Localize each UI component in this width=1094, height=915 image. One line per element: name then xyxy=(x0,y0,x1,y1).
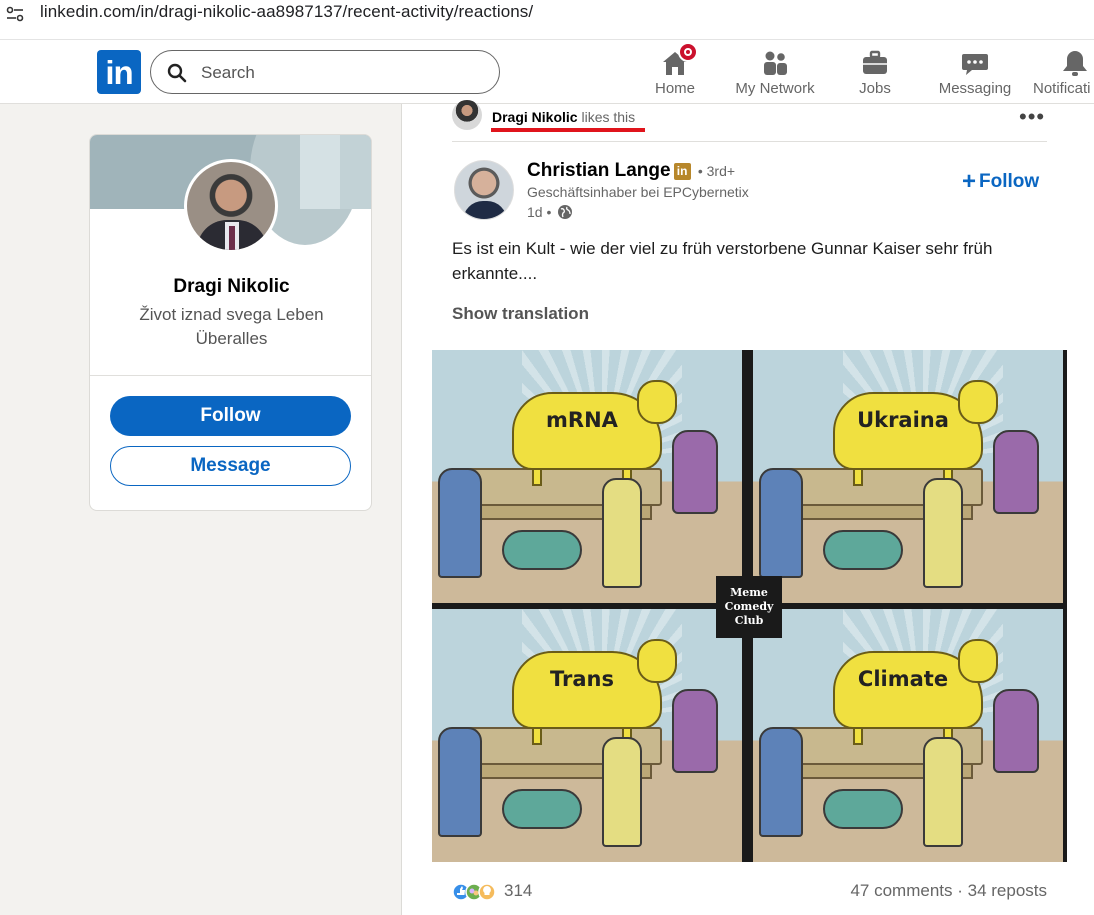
author-name-text[interactable]: Christian Lange xyxy=(527,160,671,181)
profile-name[interactable]: Dragi Nikolic xyxy=(90,276,371,298)
search-input[interactable] xyxy=(201,62,481,84)
nav-jobs-label: Jobs xyxy=(859,80,891,97)
author-name[interactable]: Christian Lange in • 3rd+ xyxy=(527,160,735,182)
meme-panel: Trans xyxy=(432,609,742,862)
nav-my-network-label: My Network xyxy=(735,80,815,97)
search-box[interactable] xyxy=(150,50,500,94)
browser-url-bar[interactable]: linkedin.com/in/dragi-nikolic-aa8987137/… xyxy=(0,0,1094,40)
more-options-icon[interactable]: ••• xyxy=(1019,104,1045,130)
nav-jobs[interactable]: Jobs xyxy=(825,48,925,100)
profile-headline: Život iznad svega Leben Überalles xyxy=(139,305,324,348)
profile-message-button[interactable]: Message xyxy=(110,446,351,486)
search-icon xyxy=(167,63,187,83)
post-follow-label[interactable]: Follow xyxy=(979,171,1039,192)
meme-panel: Climate xyxy=(753,609,1063,862)
meme-watermark-line: Meme xyxy=(730,586,768,599)
notification-badge xyxy=(678,42,698,62)
card-divider xyxy=(90,375,371,376)
post-card: Christian Lange in • 3rd+ Geschäftsinhabe… xyxy=(432,142,1067,915)
post-image[interactable]: mRNA Ukraina Trans Climate Meme Comedy C… xyxy=(432,350,1067,862)
reaction-count[interactable]: 314 xyxy=(504,881,532,901)
linkedin-logo[interactable]: in xyxy=(97,50,141,94)
author-avatar[interactable] xyxy=(454,160,514,220)
meme-watermark-line: Comedy xyxy=(724,600,774,613)
url-text[interactable]: linkedin.com/in/dragi-nikolic-aa8987137/… xyxy=(40,2,533,22)
linkedin-header: in Home My Network xyxy=(0,40,1094,104)
nav-notifications[interactable]: Notificati xyxy=(1025,48,1094,100)
profile-follow-button[interactable]: Follow xyxy=(110,396,351,436)
plus-icon: + xyxy=(962,168,977,195)
premium-badge-icon: in xyxy=(673,163,691,180)
meme-watermark: Meme Comedy Club xyxy=(716,576,782,638)
post-time-text: 1d • xyxy=(527,204,552,220)
red-highlight-underline xyxy=(491,128,645,132)
nav-messaging[interactable]: Messaging xyxy=(925,48,1025,100)
post-social-counts: 314 47 comments · 34 reposts xyxy=(452,880,1047,904)
profile-card: Dragi Nikolic Život iznad svega Leben Üb… xyxy=(89,134,372,511)
nav-home-label: Home xyxy=(654,80,695,97)
bell-icon xyxy=(1060,48,1090,78)
meme-panel-label: Trans xyxy=(550,667,614,691)
activity-feed: Dragi Nikolic likes this ••• Christian L… xyxy=(401,100,1094,915)
reaction-header: Dragi Nikolic likes this ••• xyxy=(452,100,1047,142)
post-text: Es ist ein Kult - wie der viel zu früh v… xyxy=(452,239,993,283)
meme-panel-label: Climate xyxy=(857,667,949,691)
home-icon xyxy=(660,42,698,78)
post-follow-button[interactable]: + Follow xyxy=(962,168,1039,196)
nav-my-network[interactable]: My Network xyxy=(725,48,825,100)
network-icon xyxy=(760,48,790,78)
nav-home[interactable]: Home xyxy=(625,42,725,100)
comments-reposts-count[interactable]: 47 comments · 34 reposts xyxy=(850,881,1047,901)
reaction-verb: likes this xyxy=(581,109,636,125)
reaction-icons[interactable] xyxy=(452,882,500,902)
messaging-icon xyxy=(960,48,990,78)
meme-watermark-line: Club xyxy=(734,614,764,627)
reaction-text: Dragi Nikolic likes this xyxy=(492,109,635,125)
connection-degree: • 3rd+ xyxy=(697,163,736,179)
author-headline: Geschäftsinhaber bei EPCybernetix xyxy=(527,184,749,200)
post-time: 1d • xyxy=(527,204,573,220)
show-translation-link[interactable]: Show translation xyxy=(452,304,589,324)
meme-panel: Ukraina xyxy=(753,350,1063,603)
globe-icon xyxy=(558,205,573,219)
meme-panel-label: mRNA xyxy=(546,408,618,432)
meme-panel-label: Ukraina xyxy=(857,408,949,432)
reactor-avatar[interactable] xyxy=(452,100,482,130)
nav-messaging-label: Messaging xyxy=(938,80,1012,97)
site-settings-icon[interactable] xyxy=(4,3,26,25)
reactor-name[interactable]: Dragi Nikolic xyxy=(492,109,578,125)
profile-avatar[interactable] xyxy=(184,159,278,253)
nav-notifications-label: Notificati xyxy=(1033,80,1091,97)
jobs-icon xyxy=(860,48,890,78)
meme-panel: mRNA xyxy=(432,350,742,603)
